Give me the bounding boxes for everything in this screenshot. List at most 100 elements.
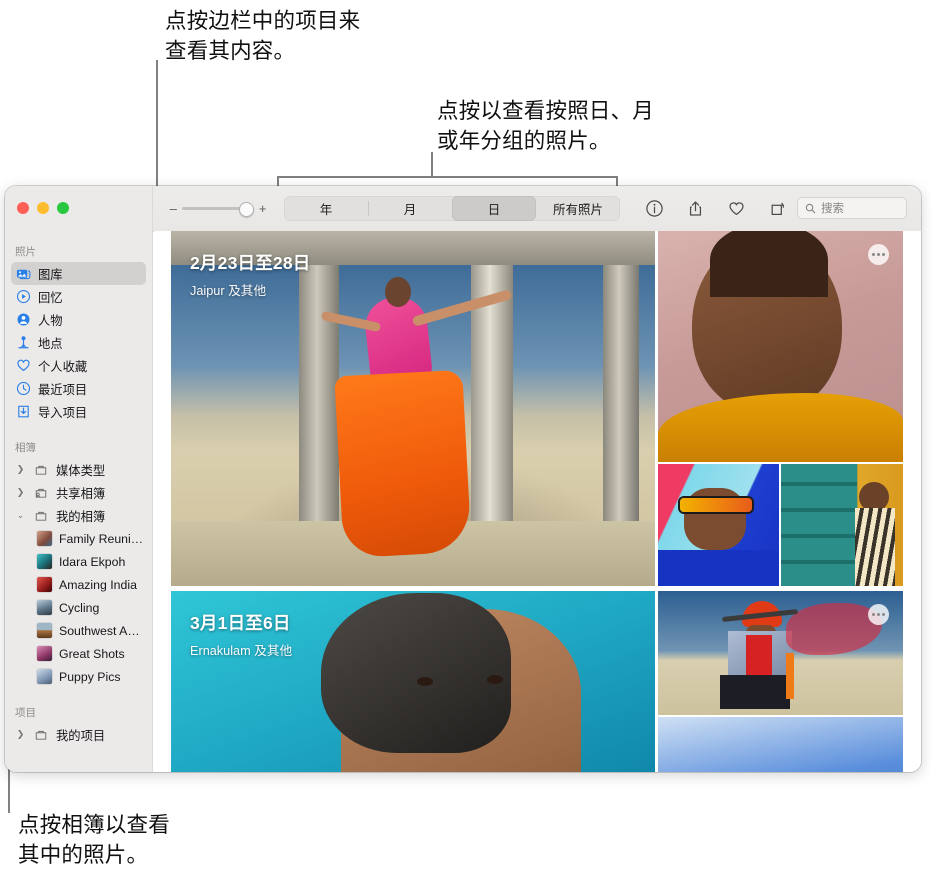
photo-group-date: 3月1日至6日	[190, 613, 291, 633]
sidebar-album-amazing-india[interactable]: Amazing India	[11, 573, 146, 596]
sidebar-item-media-types[interactable]: ❯ 媒体类型	[11, 458, 146, 481]
close-button[interactable]	[17, 202, 29, 214]
sidebar-item-library[interactable]: 图库	[11, 262, 146, 285]
album-thumbnail	[37, 577, 52, 592]
more-options-button[interactable]	[868, 604, 889, 625]
window-controls[interactable]	[17, 202, 69, 214]
search-field[interactable]: 搜索	[797, 197, 907, 219]
photo-cyclist[interactable]	[658, 591, 903, 715]
photo-man-sunglasses[interactable]	[658, 464, 779, 586]
viewmode-callout-line-vertical	[431, 152, 433, 178]
photo-grid: 2月23日至28日 Jaipur 及其他 3月1日至6日 Ernakulam 及…	[171, 231, 921, 772]
heart-icon	[15, 358, 31, 374]
sidebar-item-people[interactable]: 人物	[11, 308, 146, 331]
photo-portrait-woman[interactable]	[658, 231, 903, 462]
chevron-right-icon[interactable]: ❯	[15, 729, 26, 740]
imports-icon	[15, 404, 31, 420]
photos-window: – + 年 月 日 所有照片 搜索 照片 图库 回忆 人物 地点 个人收藏 最近…	[5, 186, 921, 772]
chevron-right-icon[interactable]: ❯	[15, 487, 26, 498]
sidebar-item-favorites[interactable]: 个人收藏	[11, 354, 146, 377]
sidebar-item-label: Great Shots	[59, 646, 125, 661]
sidebar-item-my-projects[interactable]: ❯ 我的项目	[11, 723, 146, 746]
minimize-button[interactable]	[37, 202, 49, 214]
photo-hero-1[interactable]: 2月23日至28日 Jaipur 及其他	[171, 231, 655, 586]
sidebar-item-label: Family Reuni…	[59, 531, 144, 546]
more-options-button[interactable]	[868, 244, 889, 265]
album-thumbnail	[37, 669, 52, 684]
places-icon	[15, 335, 31, 351]
sidebar-item-places[interactable]: 地点	[11, 331, 146, 354]
chevron-right-icon[interactable]: ❯	[15, 464, 26, 475]
album-thumbnail	[37, 600, 52, 615]
sidebar-item-label: 共享相簿	[56, 486, 106, 501]
sidebar-album-great-shots[interactable]: Great Shots	[11, 642, 146, 665]
eye	[487, 675, 503, 684]
sidebar-item-label: Amazing India	[59, 577, 137, 592]
library-icon	[15, 266, 31, 282]
zoom-out-icon[interactable]: –	[170, 202, 177, 215]
bike-frame	[786, 653, 794, 699]
sidebar-item-label: 回忆	[38, 290, 63, 305]
sidebar-album-idara-ekpoh[interactable]: Idara Ekpoh	[11, 550, 146, 573]
photo-group-place: Jaipur 及其他	[190, 284, 267, 298]
memories-icon	[15, 289, 31, 305]
sidebar-item-shared-albums[interactable]: ❯ 共享相簿	[11, 481, 146, 504]
pillar	[471, 231, 513, 531]
sidebar-callout-text: 点按边栏中的项目来 查看其内容。	[165, 9, 361, 63]
screenshot-stage: 点按边栏中的项目来 查看其内容。 点按以查看按照日、月 或年分组的照片。 点按相…	[0, 0, 931, 883]
dancer-head	[385, 277, 411, 307]
album-thumbnail	[37, 531, 52, 546]
rotate-icon[interactable]	[768, 199, 787, 218]
sidebar[interactable]: 照片 图库 回忆 人物 地点 个人收藏 最近项目 导入项目 相簿 ❯ 媒体类型 …	[5, 231, 153, 772]
shawl	[658, 393, 903, 462]
tab-all-photos[interactable]: 所有照片	[536, 196, 620, 221]
pillar	[603, 231, 639, 541]
sidebar-section-projects-title: 项目	[15, 707, 36, 719]
zoom-in-icon[interactable]: +	[259, 202, 267, 215]
sidebar-album-southwest[interactable]: Southwest A…	[11, 619, 146, 642]
view-mode-segmented-control[interactable]: 年 月 日 所有照片	[284, 196, 620, 221]
sidebar-item-memories[interactable]: 回忆	[11, 285, 146, 308]
photo-group-place: Ernakulam 及其他	[190, 644, 293, 658]
photo-woman-green-door[interactable]	[781, 464, 903, 586]
favorite-icon[interactable]	[727, 199, 746, 218]
zoom-slider-knob[interactable]	[238, 201, 254, 217]
info-icon[interactable]	[645, 199, 664, 218]
viewmode-callout-bracket-top	[277, 176, 618, 178]
sidebar-item-label: 导入项目	[38, 405, 88, 420]
chevron-down-icon[interactable]: ⌄	[15, 510, 26, 521]
photo-hero-2[interactable]: 3月1日至6日 Ernakulam 及其他	[171, 591, 655, 772]
sidebar-item-imports[interactable]: 导入项目	[11, 400, 146, 423]
sidebar-item-recents[interactable]: 最近项目	[11, 377, 146, 400]
search-icon	[805, 203, 816, 213]
photo-group-header-1: 2月23日至28日 Jaipur 及其他	[190, 250, 310, 299]
sidebar-item-label: 人物	[38, 313, 63, 328]
search-placeholder: 搜索	[821, 203, 844, 215]
tab-days[interactable]: 日	[452, 196, 536, 221]
photo-grid-area[interactable]: 2月23日至28日 Jaipur 及其他 3月1日至6日 Ernakulam 及…	[154, 231, 921, 772]
sidebar-item-label: 个人收藏	[38, 359, 88, 374]
tab-months[interactable]: 月	[368, 196, 452, 221]
view-mode-callout-text: 点按以查看按照日、月 或年分组的照片。	[437, 99, 655, 153]
sidebar-album-family-reunion[interactable]: Family Reuni…	[11, 527, 146, 550]
folder-icon	[33, 727, 49, 743]
sidebar-item-my-albums[interactable]: ⌄ 我的相簿	[11, 504, 146, 527]
sidebar-album-cycling[interactable]: Cycling	[11, 596, 146, 619]
door	[781, 464, 857, 586]
album-thumbnail	[37, 646, 52, 661]
photo-sky-portrait[interactable]	[658, 717, 903, 772]
photo-group-2: 3月1日至6日 Ernakulam 及其他	[171, 591, 921, 772]
sidebar-item-label: 我的项目	[56, 728, 106, 743]
zoom-slider-track[interactable]	[181, 201, 254, 217]
people-icon	[15, 312, 31, 328]
share-icon[interactable]	[686, 199, 705, 218]
sunglasses	[680, 498, 752, 512]
sidebar-item-label: 地点	[38, 336, 63, 351]
thumbnail-zoom-control[interactable]: – +	[153, 186, 283, 231]
album-callout-text: 点按相簿以查看 其中的照片。	[18, 813, 170, 867]
folder-icon	[33, 508, 49, 524]
maximize-button[interactable]	[57, 202, 69, 214]
sidebar-album-puppy-pics[interactable]: Puppy Pics	[11, 665, 146, 688]
eye	[417, 677, 433, 686]
tab-years[interactable]: 年	[284, 196, 368, 221]
